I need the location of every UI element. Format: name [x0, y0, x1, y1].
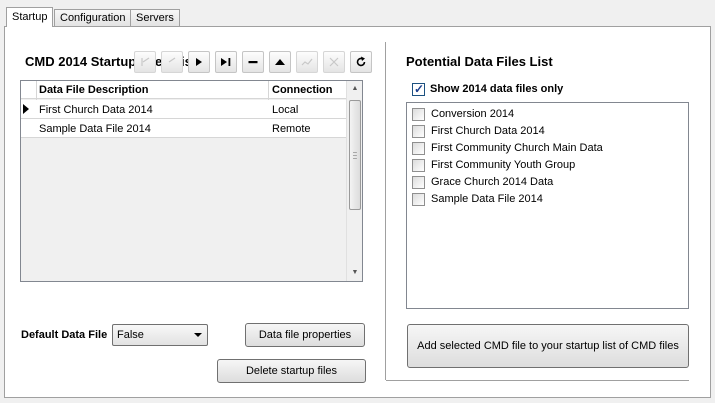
default-data-file-select[interactable]: False [112, 324, 208, 346]
bottom-rule [386, 380, 689, 381]
cancel-edit-icon [329, 57, 339, 67]
row-description: Sample Data File 2014 [39, 123, 151, 135]
item-checkbox[interactable] [412, 159, 425, 172]
item-checkbox[interactable] [412, 125, 425, 138]
last-record-icon [221, 58, 231, 66]
grip-icon: – – – [353, 149, 357, 162]
move-up-icon [275, 59, 285, 65]
potential-list-title: Potential Data Files List [406, 54, 553, 69]
column-header-connection[interactable]: Connection [272, 84, 333, 96]
tab-startup[interactable]: Startup [6, 7, 54, 27]
item-checkbox[interactable] [412, 193, 425, 206]
grid-vertical-scrollbar[interactable]: ▲ – – – ▼ [346, 81, 362, 281]
row-connection: Local [272, 104, 299, 116]
refresh-button[interactable] [350, 51, 372, 73]
default-data-file-label: Default Data File [21, 329, 108, 341]
item-checkbox[interactable] [412, 176, 425, 189]
edit-record-button[interactable] [296, 51, 318, 73]
move-up-button[interactable] [269, 51, 291, 73]
add-to-startup-button[interactable]: Add selected CMD file to your startup li… [407, 324, 689, 368]
cancel-edit-button[interactable] [323, 51, 345, 73]
delete-startup-files-button[interactable]: Delete startup files [217, 359, 366, 383]
show-2014-only-checkbox[interactable] [412, 82, 425, 96]
data-file-properties-button[interactable]: Data file properties [245, 323, 365, 347]
tab-servers[interactable]: Servers [130, 9, 180, 26]
first-record-button[interactable] [134, 51, 156, 73]
item-label: First Community Church Main Data [431, 142, 603, 154]
last-record-button[interactable] [215, 51, 237, 73]
column-header-description[interactable]: Data File Description [39, 84, 148, 96]
next-record-button[interactable] [188, 51, 210, 73]
item-label: Conversion 2014 [431, 108, 515, 120]
scroll-up-icon[interactable]: ▲ [347, 81, 363, 97]
scroll-thumb[interactable]: – – – [349, 100, 361, 210]
item-label: Grace Church 2014 Data [431, 176, 554, 188]
item-checkbox[interactable] [412, 108, 425, 121]
edit-record-icon [301, 58, 313, 66]
potential-files-list: Conversion 2014 First Church Data 2014 F… [406, 102, 689, 309]
refresh-icon [356, 56, 366, 67]
delete-record-icon [248, 61, 258, 64]
current-row-indicator-icon [23, 104, 29, 114]
prior-record-icon [168, 57, 176, 63]
item-label: First Community Youth Group [431, 159, 576, 171]
grid-header: Data File Description Connection [21, 81, 346, 99]
tab-configuration[interactable]: Configuration [54, 9, 132, 26]
first-record-icon [141, 57, 150, 66]
startup-files-grid: Data File Description Connection First C… [20, 80, 363, 282]
row-description: First Church Data 2014 [39, 104, 153, 116]
prior-record-button[interactable] [161, 51, 183, 73]
scroll-down-icon[interactable]: ▼ [347, 265, 363, 281]
default-data-file-value: False [117, 329, 144, 341]
item-label: Sample Data File 2014 [431, 193, 543, 205]
table-row[interactable]: Sample Data File 2014 Remote [21, 119, 346, 138]
show-2014-only-label[interactable]: Show 2014 data files only [430, 83, 563, 95]
table-row[interactable]: First Church Data 2014 Local [21, 100, 346, 119]
next-record-icon [196, 58, 202, 66]
section-divider [385, 42, 387, 380]
delete-record-button[interactable] [242, 51, 264, 73]
row-connection: Remote [272, 123, 311, 135]
chevron-down-icon [194, 333, 202, 337]
item-label: First Church Data 2014 [431, 125, 545, 137]
item-checkbox[interactable] [412, 142, 425, 155]
